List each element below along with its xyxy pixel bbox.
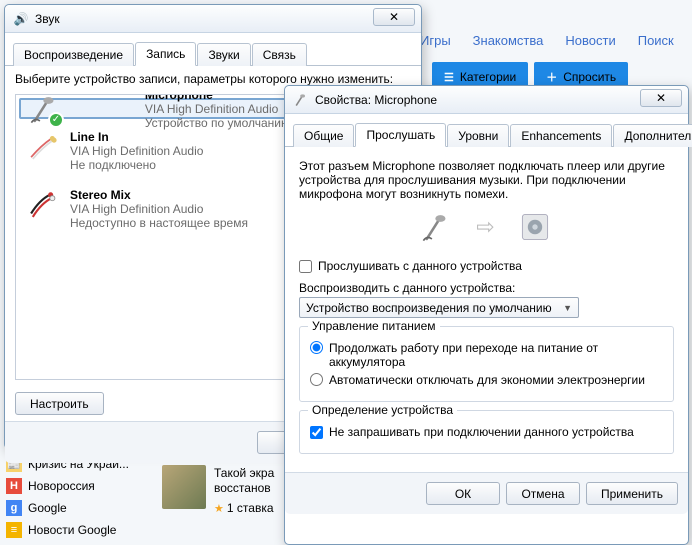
- plus-icon: ＋: [546, 69, 557, 85]
- microphone-icon: [293, 92, 309, 108]
- illustration: ⇨: [299, 209, 674, 245]
- sidebar-item[interactable]: ≡Новости Google: [4, 519, 144, 541]
- tab-advanced[interactable]: Дополнительно: [613, 124, 692, 147]
- detection-checkbox[interactable]: [310, 426, 323, 439]
- pm-radio-autooff[interactable]: Автоматически отключать для экономии эле…: [310, 373, 663, 387]
- detection-group: Определение устройства Не запрашивать пр…: [299, 410, 674, 454]
- power-mgmt-group: Управление питанием Продолжать работу пр…: [299, 326, 674, 402]
- arrow-right-icon: ⇨: [476, 214, 494, 240]
- tab-content: Этот разъем Microphone позволяет подключ…: [285, 147, 688, 472]
- list-icon: ☰: [444, 71, 454, 84]
- tab-bar: Воспроизведение Запись Звуки Связь: [5, 33, 421, 66]
- detection-checkbox-row[interactable]: Не запрашивать при подключении данного у…: [310, 425, 663, 439]
- device-status: Не подключено: [70, 158, 203, 172]
- device-status: Недоступно в настоящее время: [70, 216, 248, 230]
- close-icon: ✕: [656, 91, 666, 105]
- close-button[interactable]: ✕: [373, 8, 415, 26]
- chevron-down-icon: ▼: [563, 303, 572, 313]
- bg-sidebar: 📰Кризис на Украи... ННовороссия gGoogle …: [4, 453, 144, 541]
- stereomix-icon: [26, 188, 60, 222]
- tab-enhancements[interactable]: Enhancements: [510, 124, 612, 147]
- group-title: Управление питанием: [308, 319, 440, 333]
- listen-checkbox[interactable]: [299, 260, 312, 273]
- playback-label: Воспроизводить с данного устройства:: [299, 281, 674, 295]
- device-item-microphone[interactable]: ✓ Microphone VIA High Definition Audio У…: [19, 98, 299, 119]
- radio-autooff[interactable]: [310, 373, 323, 386]
- close-icon: ✕: [389, 10, 399, 24]
- checkbox-label: Прослушивать с данного устройства: [318, 259, 522, 273]
- apply-button[interactable]: Применить: [586, 482, 678, 505]
- speaker-icon: 🔊: [13, 11, 29, 27]
- nav-link[interactable]: Поиск: [638, 33, 674, 48]
- cancel-button[interactable]: Отмена: [506, 482, 580, 505]
- avatar: [162, 465, 206, 509]
- gnews-icon: ≡: [6, 522, 22, 538]
- select-value: Устройство воспроизведения по умолчанию: [306, 301, 552, 315]
- tab-general[interactable]: Общие: [293, 124, 354, 147]
- sidebar-item[interactable]: gGoogle: [4, 497, 144, 519]
- tab-listen[interactable]: Прослушать: [355, 123, 446, 147]
- pm-radio-continue[interactable]: Продолжать работу при переходе на питани…: [310, 341, 663, 369]
- playback-device-select[interactable]: Устройство воспроизведения по умолчанию …: [299, 297, 579, 318]
- titlebar[interactable]: 🔊 Звук ✕: [5, 5, 421, 33]
- device-driver: VIA High Definition Audio: [145, 102, 290, 116]
- device-name: Stereo Mix: [70, 188, 248, 202]
- tab-playback[interactable]: Воспроизведение: [13, 43, 134, 66]
- nav-link[interactable]: Новости: [565, 33, 615, 48]
- device-name: Line In: [70, 130, 203, 144]
- tab-levels[interactable]: Уровни: [447, 124, 509, 147]
- titlebar[interactable]: Свойства: Microphone ✕: [285, 86, 688, 114]
- listen-checkbox-row[interactable]: Прослушивать с данного устройства: [299, 259, 674, 273]
- google-icon: g: [6, 500, 22, 516]
- device-name: Microphone: [145, 94, 290, 102]
- description-text: Этот разъем Microphone позволяет подключ…: [299, 159, 674, 201]
- speaker-icon: [517, 209, 553, 245]
- window-title: Звук: [35, 12, 60, 26]
- tab-recording[interactable]: Запись: [135, 42, 196, 66]
- device-driver: VIA High Definition Audio: [70, 202, 248, 216]
- group-title: Определение устройства: [308, 403, 457, 417]
- linein-icon: [26, 130, 60, 164]
- tab-comm[interactable]: Связь: [252, 43, 307, 66]
- nav-link[interactable]: Знакомства: [473, 33, 544, 48]
- microphone-icon: ✓: [28, 94, 62, 126]
- nav-link[interactable]: Игры: [420, 33, 451, 48]
- dialog-footer: ОК Отмена Применить: [285, 472, 688, 514]
- tab-bar: Общие Прослушать Уровни Enhancements Доп…: [285, 114, 688, 147]
- ok-button[interactable]: ОК: [426, 482, 500, 505]
- tab-sounds[interactable]: Звуки: [197, 43, 250, 66]
- bg-topnav: Игры Знакомства Новости Поиск: [420, 28, 692, 52]
- radio-continue[interactable]: [310, 341, 323, 354]
- window-title: Свойства: Microphone: [315, 93, 437, 107]
- device-driver: VIA High Definition Audio: [70, 144, 203, 158]
- properties-dialog: Свойства: Microphone ✕ Общие Прослушать …: [284, 85, 689, 545]
- site-icon: Н: [6, 478, 22, 494]
- bg-answer-snippet: Такой экравосстанов ★ 1 ставка: [162, 465, 302, 515]
- close-button[interactable]: ✕: [640, 89, 682, 107]
- sidebar-item[interactable]: ННовороссия: [4, 475, 144, 497]
- microphone-icon: [420, 210, 454, 244]
- configure-button[interactable]: Настроить: [15, 392, 104, 415]
